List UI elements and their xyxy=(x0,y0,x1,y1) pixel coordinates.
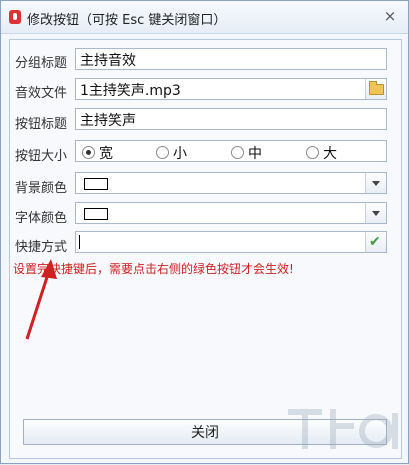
dialog-window: 修改按钮（可按 Esc 键关闭窗口） × 分组标题 主持音效 音效文件 1主持笑… xyxy=(0,0,409,464)
annotation-arrow-icon xyxy=(25,259,57,340)
watermark-icon xyxy=(288,409,398,449)
